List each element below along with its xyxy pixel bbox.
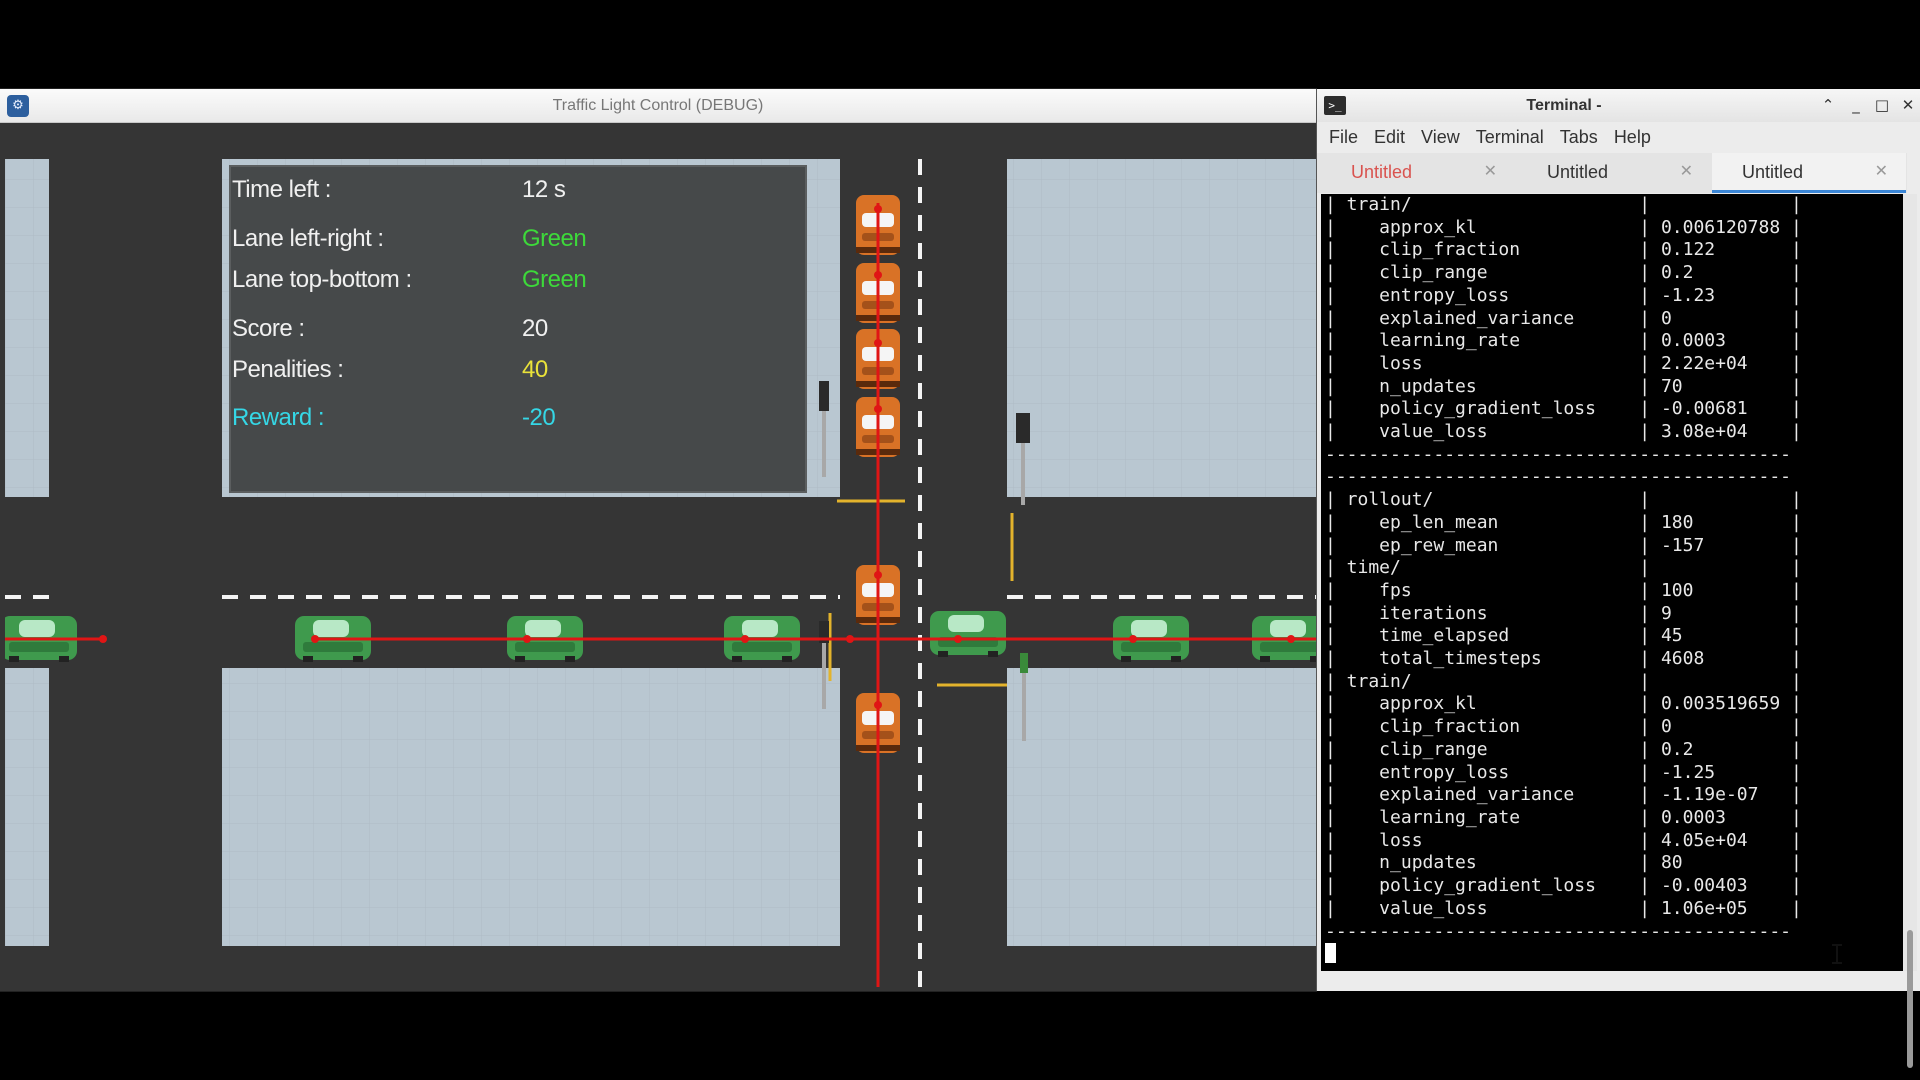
terminal-line: | train/ | | <box>1325 670 1802 692</box>
chevron-up-icon[interactable]: ⌃ <box>1817 94 1839 116</box>
hud-penalities-value: 40 <box>522 356 548 383</box>
terminal-line: | clip_range | 0.2 | <box>1325 738 1802 760</box>
hud-score-value: 20 <box>522 315 548 342</box>
tab-close-icon[interactable]: ✕ <box>1484 153 1497 191</box>
terminal-line: | value_loss | 3.08e+04 | <box>1325 421 1802 443</box>
hud-lane-left-right-value: Green <box>522 225 587 252</box>
hud-reward-label: Reward : <box>232 404 325 431</box>
terminal-line: | clip_fraction | 0 | <box>1325 716 1802 738</box>
terminal-line: | policy_gradient_loss | -0.00403 | <box>1325 875 1802 897</box>
text-cursor-icon <box>1832 944 1842 964</box>
tab-label: Untitled <box>1351 162 1413 182</box>
menu-view[interactable]: View <box>1413 122 1468 153</box>
maximize-icon[interactable]: □ <box>1871 94 1893 116</box>
hud-lane-left-right-label: Lane left-right : <box>232 225 384 252</box>
terminal-window[interactable]: >_ Terminal - ⌃ _ □ ✕ File Edit View Termin… <box>1316 89 1920 1068</box>
terminal-line: | n_updates | 70 | <box>1325 375 1802 397</box>
hud-lane-top-bottom-label: Lane top-bottom : <box>232 266 412 293</box>
terminal-line: | explained_variance | -1.19e-07 | <box>1325 784 1802 806</box>
game-window[interactable]: ⚙ Traffic Light Control (DEBUG) Time lef… <box>0 89 1316 991</box>
hud-panel <box>229 165 807 493</box>
tab-label: Untitled <box>1547 162 1609 182</box>
terminal-line: | clip_fraction | 0.122 | <box>1325 239 1802 261</box>
tab-untitled-2[interactable]: Untitled ✕ <box>1517 153 1711 193</box>
hud-score-label: Score : <box>232 315 305 342</box>
terminal-line: | fps | 100 | <box>1325 579 1802 601</box>
terminal-scrollbar[interactable] <box>1903 194 1917 1068</box>
menu-terminal[interactable]: Terminal <box>1468 122 1552 153</box>
terminal-line: | loss | 4.05e+04 | <box>1325 829 1802 851</box>
tab-close-icon[interactable]: ✕ <box>1680 153 1693 191</box>
terminal-line: | ep_rew_mean | -157 | <box>1325 534 1802 556</box>
terminal-line: | value_loss | 1.06e+05 | <box>1325 897 1802 919</box>
terminal-line: | learning_rate | 0.0003 | <box>1325 330 1802 352</box>
terminal-line: | rollout/ | | <box>1325 489 1802 511</box>
game-canvas[interactable]: Time left : 12 s Lane left-right : Green… <box>5 123 1316 987</box>
sidewalk-block <box>5 159 49 497</box>
hud-time-left-value: 12 s <box>522 176 566 203</box>
menu-help[interactable]: Help <box>1606 122 1659 153</box>
window-title: Traffic Light Control (DEBUG) <box>552 97 764 114</box>
terminal-line: | entropy_loss | -1.23 | <box>1325 284 1802 306</box>
terminal-prompt-line <box>1325 943 1903 967</box>
hud-lane-top-bottom-value: Green <box>522 266 587 293</box>
terminal-title: Terminal - <box>1526 97 1602 114</box>
terminal-line: | time_elapsed | 45 | <box>1325 625 1802 647</box>
hud-penalities-label: Penalities : <box>232 356 344 383</box>
terminal-titlebar[interactable]: >_ Terminal - ⌃ _ □ ✕ <box>1317 89 1920 122</box>
menu-file[interactable]: File <box>1321 122 1366 153</box>
terminal-line: ----------------------------------------… <box>1325 443 1791 465</box>
menu-tabs[interactable]: Tabs <box>1552 122 1606 153</box>
sidewalk-block <box>5 668 49 946</box>
sidewalk-block <box>1007 159 1316 497</box>
intersection-scene <box>5 123 1316 987</box>
close-icon[interactable]: ✕ <box>1897 94 1919 116</box>
terminal-line: ----------------------------------------… <box>1325 466 1791 488</box>
terminal-line: | approx_kl | 0.006120788 | <box>1325 216 1802 238</box>
terminal-menubar: File Edit View Terminal Tabs Help <box>1317 122 1920 153</box>
terminal-line: | approx_kl | 0.003519659 | <box>1325 693 1802 715</box>
terminal-line: | policy_gradient_loss | -0.00681 | <box>1325 398 1802 420</box>
terminal-tab-bar: Untitled ✕ Untitled ✕ Untitled ✕ <box>1317 153 1907 193</box>
terminal-text: | train/ | | | approx_kl | 0.006120788 | |… <box>1321 194 1903 967</box>
terminal-line: | n_updates | 80 | <box>1325 852 1802 874</box>
terminal-line: | entropy_loss | -1.25 | <box>1325 761 1802 783</box>
minimize-icon[interactable]: _ <box>1845 94 1867 116</box>
terminal-hscrollbar[interactable] <box>1321 971 1903 985</box>
tab-untitled-1[interactable]: Untitled ✕ <box>1321 153 1515 193</box>
terminal-line: | explained_variance | 0 | <box>1325 307 1802 329</box>
terminal-line: | clip_range | 0.2 | <box>1325 262 1802 284</box>
hud-time-left-label: Time left : <box>232 176 331 203</box>
terminal-line: | total_timesteps | 4608 | <box>1325 648 1802 670</box>
terminal-line: | train/ | | <box>1325 194 1802 215</box>
terminal-line: ----------------------------------------… <box>1325 920 1791 942</box>
terminal-line: | time/ | | <box>1325 557 1802 579</box>
tab-untitled-3[interactable]: Untitled ✕ <box>1712 153 1906 193</box>
hud-reward-value: -20 <box>522 404 556 431</box>
game-titlebar[interactable]: ⚙ Traffic Light Control (DEBUG) <box>0 89 1316 123</box>
sidewalk-block <box>1007 668 1316 946</box>
sidewalk-block <box>222 668 840 946</box>
terminal-line: | loss | 2.22e+04 | <box>1325 352 1802 374</box>
terminal-output[interactable]: | train/ | | | approx_kl | 0.006120788 | |… <box>1321 194 1903 971</box>
tab-close-icon[interactable]: ✕ <box>1875 153 1888 191</box>
menu-edit[interactable]: Edit <box>1366 122 1413 153</box>
terminal-line: | ep_len_mean | 180 | <box>1325 511 1802 533</box>
terminal-line: | iterations | 9 | <box>1325 602 1802 624</box>
terminal-cursor <box>1325 943 1336 964</box>
terminal-line: | learning_rate | 0.0003 | <box>1325 806 1802 828</box>
scrollbar-thumb[interactable] <box>1907 930 1913 1068</box>
tab-label: Untitled <box>1742 162 1804 182</box>
